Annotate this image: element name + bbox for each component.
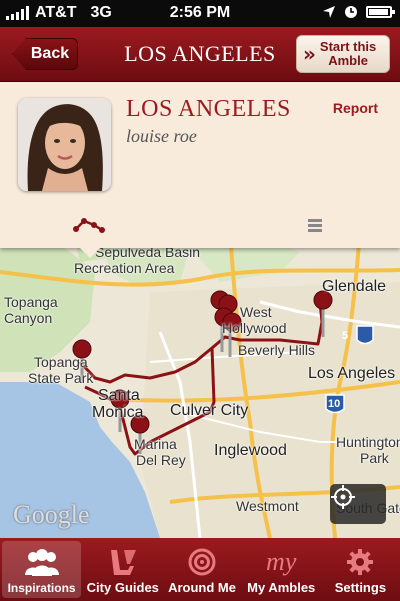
map-label-del-rey: Del Rey <box>136 452 186 468</box>
map-label-marina: Marina <box>134 436 177 452</box>
avatar-portrait <box>18 98 111 191</box>
navigation-bar: Back LOS ANGELES » Start this Amble <box>0 27 400 82</box>
tab-label-city-guides: City Guides <box>86 580 159 595</box>
map-label-topanga-2: Topanga <box>34 354 88 370</box>
map-label-beverly-hills: Beverly Hills <box>238 342 316 358</box>
people-icon <box>24 549 59 576</box>
tab-bar: Inspirations City Guides Around Me my My… <box>0 538 400 601</box>
map-label-state-park: State Park <box>28 370 94 386</box>
avatar[interactable] <box>18 98 111 191</box>
tab-my-ambles[interactable]: my My Ambles <box>242 538 321 601</box>
start-amble-label-line1: Start this <box>319 39 377 54</box>
start-amble-label-line2: Amble <box>328 53 368 68</box>
location-arrow-icon <box>323 6 335 18</box>
tab-settings[interactable]: Settings <box>321 538 400 601</box>
locate-me-button[interactable] <box>330 484 386 524</box>
map-label-santa: Santa <box>98 387 140 404</box>
tab-around-me[interactable]: Around Me <box>162 538 241 601</box>
map-label-monica: Monica <box>92 404 144 421</box>
amble-info-card: LOS ANGELES louise roe Report <box>0 82 400 258</box>
map-attribution: Google <box>13 500 90 529</box>
start-amble-label: Start this Amble <box>320 40 376 68</box>
map-label-hollywood: Hollywood <box>222 320 287 336</box>
lv-monogram-icon <box>110 550 136 575</box>
tab-label-settings: Settings <box>334 580 387 595</box>
tab-inspirations[interactable]: Inspirations <box>2 541 82 598</box>
map-label-west: West <box>240 304 272 320</box>
tab-city-guides[interactable]: City Guides <box>83 538 162 601</box>
map-label-recreation-area: Recreation Area <box>74 260 175 276</box>
tab-label-my-ambles: My Ambles <box>247 580 316 595</box>
map-label-culver-city: Culver City <box>170 402 249 419</box>
map-label-topanga-1: Topanga <box>4 294 58 310</box>
report-link[interactable]: Report <box>333 100 378 116</box>
amble-title: LOS ANGELES <box>126 96 291 122</box>
battery-icon <box>366 6 395 18</box>
gear-icon <box>347 549 374 575</box>
map-label-glendale: Glendale <box>322 278 387 295</box>
start-amble-button[interactable]: » Start this Amble <box>296 35 390 73</box>
route-icon[interactable] <box>72 215 106 235</box>
highway-5-label: 5 <box>342 330 349 342</box>
status-bar: AT&T 3G 2:56 PM <box>0 0 400 27</box>
target-icon <box>188 548 216 576</box>
amble-author[interactable]: louise roe <box>126 126 197 147</box>
tab-label-around-me: Around Me <box>168 580 236 595</box>
map-label-inglewood: Inglewood <box>214 442 287 459</box>
map-label-park: Park <box>360 450 389 466</box>
crosshair-icon <box>331 485 355 509</box>
map-label-huntington: Huntington <box>336 434 400 450</box>
tab-label-inspirations: Inspirations <box>7 581 76 595</box>
alarm-clock-icon <box>345 6 357 18</box>
double-chevron-icon: » <box>303 42 316 66</box>
map-label-canyon: Canyon <box>4 310 53 326</box>
map-label-westmont: Westmont <box>236 498 299 514</box>
highway-10-label: 10 <box>328 398 341 410</box>
my-ambles-icon: my <box>266 547 297 576</box>
map-label-los-angeles: Los Angeles <box>308 365 396 382</box>
list-icon[interactable] <box>306 216 324 234</box>
